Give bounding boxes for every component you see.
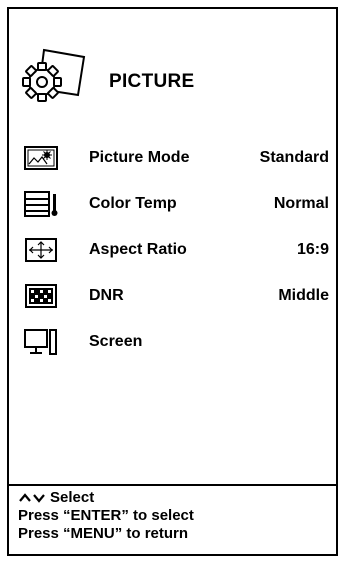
landscape-sun-icon (24, 146, 58, 170)
footer-divider (9, 484, 336, 486)
menu-item-label: Color Temp (89, 195, 177, 212)
menu-item-picture-mode[interactable]: Picture Mode Standard (9, 141, 336, 177)
menu-item-color-temp[interactable]: Color Temp Normal (9, 187, 336, 223)
nav-label: Select (50, 489, 95, 506)
osd-menu-panel: PICTURE Picture Mode Standard Color Temp… (7, 7, 338, 556)
menu-item-dnr[interactable]: DNR Middle (9, 279, 336, 315)
aspect-ratio-icon (25, 238, 57, 262)
gear-document-icon (22, 48, 86, 102)
page-title: PICTURE (109, 71, 195, 92)
menu-item-label: Picture Mode (89, 149, 190, 166)
menu-header: PICTURE (19, 48, 329, 109)
footer-hints: Select Press “ENTER” to select Press “ME… (18, 489, 333, 543)
menu-item-label: DNR (89, 287, 124, 304)
enter-hint: Press “ENTER” to select (18, 507, 194, 524)
menu-item-value: Middle (278, 287, 329, 304)
monitor-icon (24, 329, 57, 355)
menu-item-label: Aspect Ratio (89, 241, 187, 258)
noise-reduction-icon (25, 284, 57, 308)
menu-hint: Press “MENU” to return (18, 525, 189, 542)
up-down-arrows-icon (19, 493, 45, 503)
thermometer-icon (24, 191, 58, 217)
menu-item-aspect-ratio[interactable]: Aspect Ratio 16:9 (9, 233, 336, 269)
menu-item-value: 16:9 (296, 241, 329, 258)
menu-item-label: Screen (89, 333, 143, 350)
nav-hint: Select (18, 489, 333, 507)
menu-item-value: Normal (273, 195, 329, 212)
menu-item-screen[interactable]: Screen (9, 325, 336, 361)
menu-item-value: Standard (259, 149, 329, 166)
